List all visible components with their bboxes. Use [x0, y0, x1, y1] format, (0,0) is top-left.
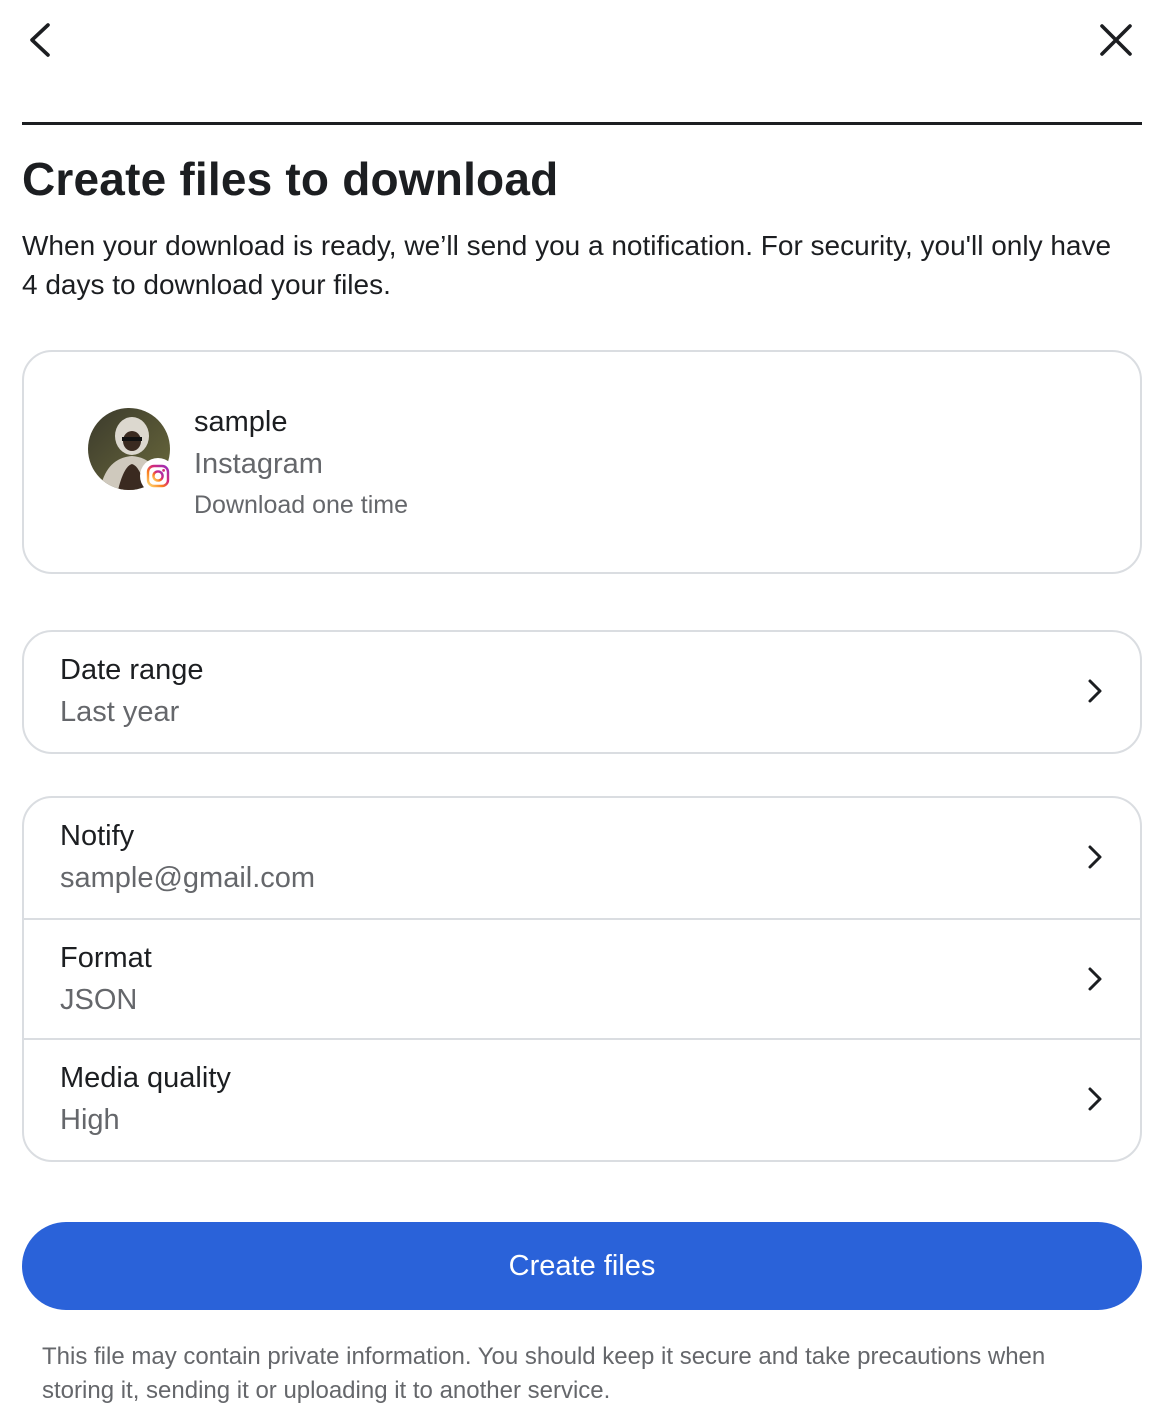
back-button[interactable]: [18, 18, 62, 62]
chevron-right-icon: [1080, 842, 1110, 872]
chevron-right-icon: [1080, 964, 1110, 994]
media-quality-row[interactable]: Media quality High: [24, 1038, 1140, 1158]
chevron-right-icon: [1080, 676, 1110, 706]
date-range-row[interactable]: Date range Last year: [24, 632, 1140, 752]
instagram-badge: [140, 458, 176, 494]
format-label: Format: [60, 942, 152, 974]
account-name: sample: [194, 406, 288, 438]
page-description: When your download is ready, we’ll send …: [22, 230, 1112, 300]
header-divider: [22, 122, 1142, 125]
create-files-button[interactable]: Create files: [22, 1222, 1142, 1310]
chevron-right-icon: [1080, 1084, 1110, 1114]
date-range-value: Last year: [60, 696, 180, 728]
account-platform: Instagram: [194, 448, 323, 480]
date-range-card: Date range Last year: [22, 630, 1142, 754]
notify-row[interactable]: Notify sample@gmail.com: [24, 798, 1140, 918]
format-row[interactable]: Format JSON: [24, 918, 1140, 1038]
date-range-label: Date range: [60, 654, 204, 686]
close-icon: [1100, 24, 1132, 56]
chevron-left-icon: [30, 23, 50, 57]
media-quality-value: High: [60, 1104, 120, 1136]
privacy-note: This file may contain private informatio…: [42, 1343, 1046, 1404]
account-note: Download one time: [194, 491, 409, 519]
notify-value: sample@gmail.com: [60, 862, 316, 894]
page-title: Create files to download: [22, 153, 559, 205]
notify-label: Notify: [60, 820, 135, 852]
top-bar: [0, 0, 1152, 80]
options-card: Notify sample@gmail.com Format JSON Medi…: [22, 796, 1142, 1162]
media-quality-label: Media quality: [60, 1062, 231, 1094]
close-button[interactable]: [1092, 16, 1140, 64]
account-card: sample Instagram Download one time: [22, 350, 1142, 574]
format-value: JSON: [60, 984, 138, 1016]
create-files-dialog: Create files to download When your downl…: [0, 0, 1152, 1422]
instagram-icon: [146, 464, 170, 488]
